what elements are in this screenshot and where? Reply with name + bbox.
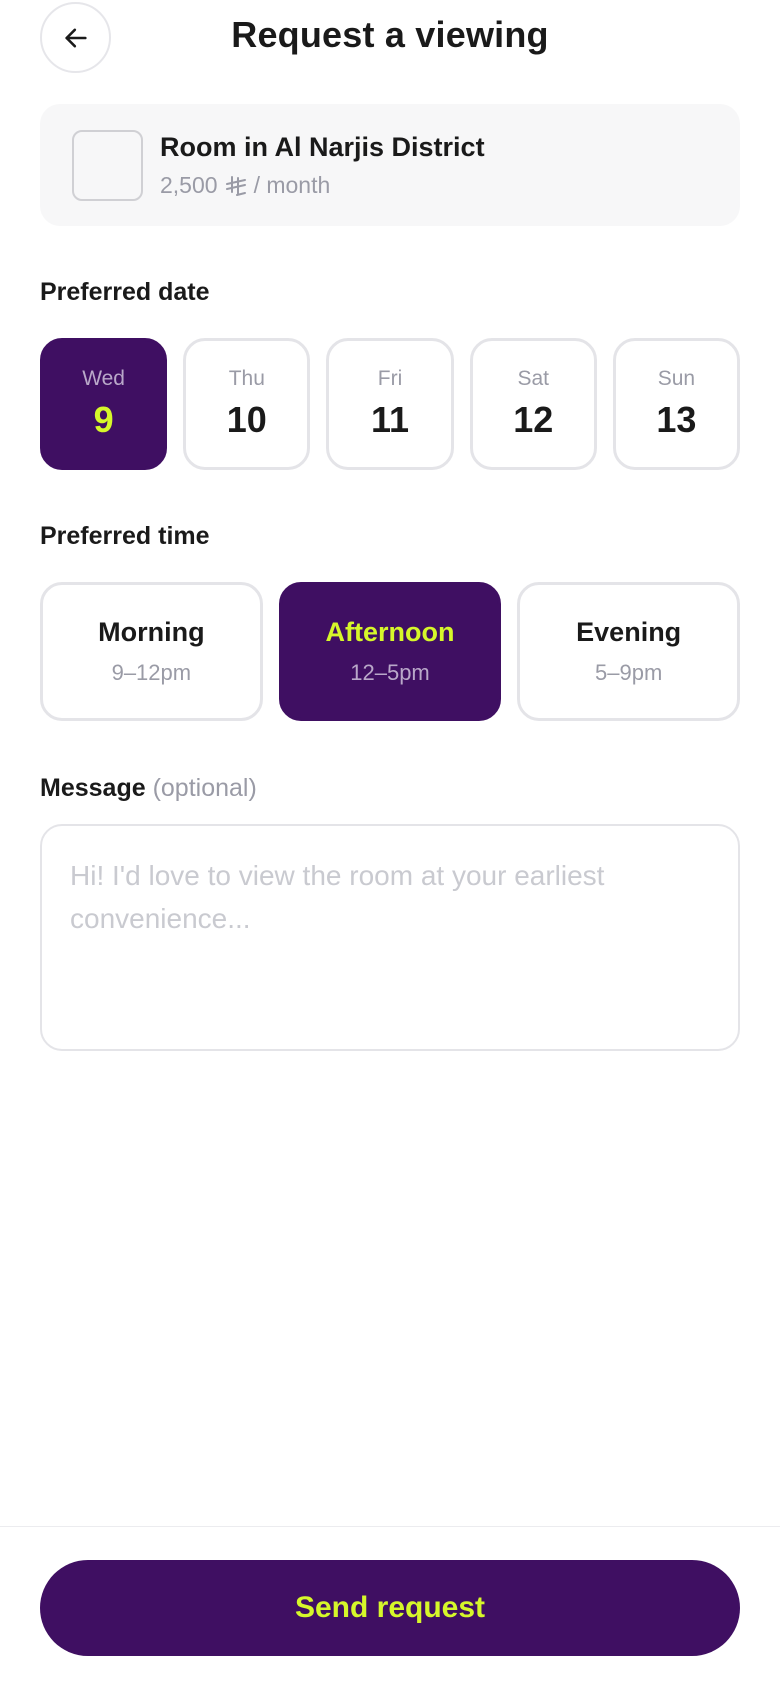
time-slot-range: 12–5pm [350,660,430,685]
time-option[interactable]: Morning 9–12pm [40,582,263,721]
date-option[interactable]: Thu 10 [183,338,311,470]
date-day-number: 11 [370,399,410,440]
time-slot-range: 5–9pm [595,660,663,685]
date-weekday: Sun [657,367,696,390]
preferred-date-label: Preferred date [40,278,210,306]
page-title: Request a viewing [231,14,549,55]
message-label: Message (optional) [40,774,257,803]
date-option[interactable]: Fri 11 [326,338,454,470]
saudi-riyal-icon [225,175,246,196]
date-picker: Wed 9 Thu 10 Fri 11 Sat 12 Sun 13 [40,338,741,470]
date-weekday: Sat [517,367,549,390]
time-option[interactable]: Afternoon 12–5pm [278,582,502,721]
header: Request a viewing [0,0,780,76]
optional-hint: (optional) [152,774,257,802]
price-amount: 2,500 [160,172,218,198]
date-option[interactable]: Sat 12 [469,338,597,470]
time-option[interactable]: Evening 5–9pm [517,582,741,721]
message-input[interactable] [70,854,710,1021]
date-option[interactable]: Sun 13 [612,338,741,470]
listing-thumbnail [72,130,143,201]
price-period: / month [253,172,331,198]
time-slot-label: Evening [576,617,682,647]
date-day-number: 10 [226,399,267,440]
time-slot-range: 9–12pm [111,660,192,685]
time-picker: Morning 9–12pm Afternoon 12–5pm Evening 5–9pm [40,582,741,721]
send-request-button[interactable]: Send request [40,1560,740,1656]
preferred-time-label: Preferred time [40,522,210,550]
listing-title: Room in Al Narjis District [160,132,485,162]
date-day-number: 12 [513,399,554,440]
date-weekday: Fri [377,367,403,390]
listing-card[interactable]: Room in Al Narjis District 2,500 / month [40,104,740,226]
time-slot-label: Morning [98,617,205,647]
message-label-text: Message [40,774,146,802]
date-day-number: 9 [93,399,114,440]
date-day-number: 13 [656,399,697,440]
date-weekday: Thu [228,367,265,390]
date-weekday: Wed [82,367,125,390]
footer-divider [0,1526,780,1527]
time-slot-label: Afternoon [325,617,455,647]
date-option[interactable]: Wed 9 [40,338,168,470]
listing-price: 2,500 / month [160,172,330,199]
message-field[interactable] [40,824,740,1051]
